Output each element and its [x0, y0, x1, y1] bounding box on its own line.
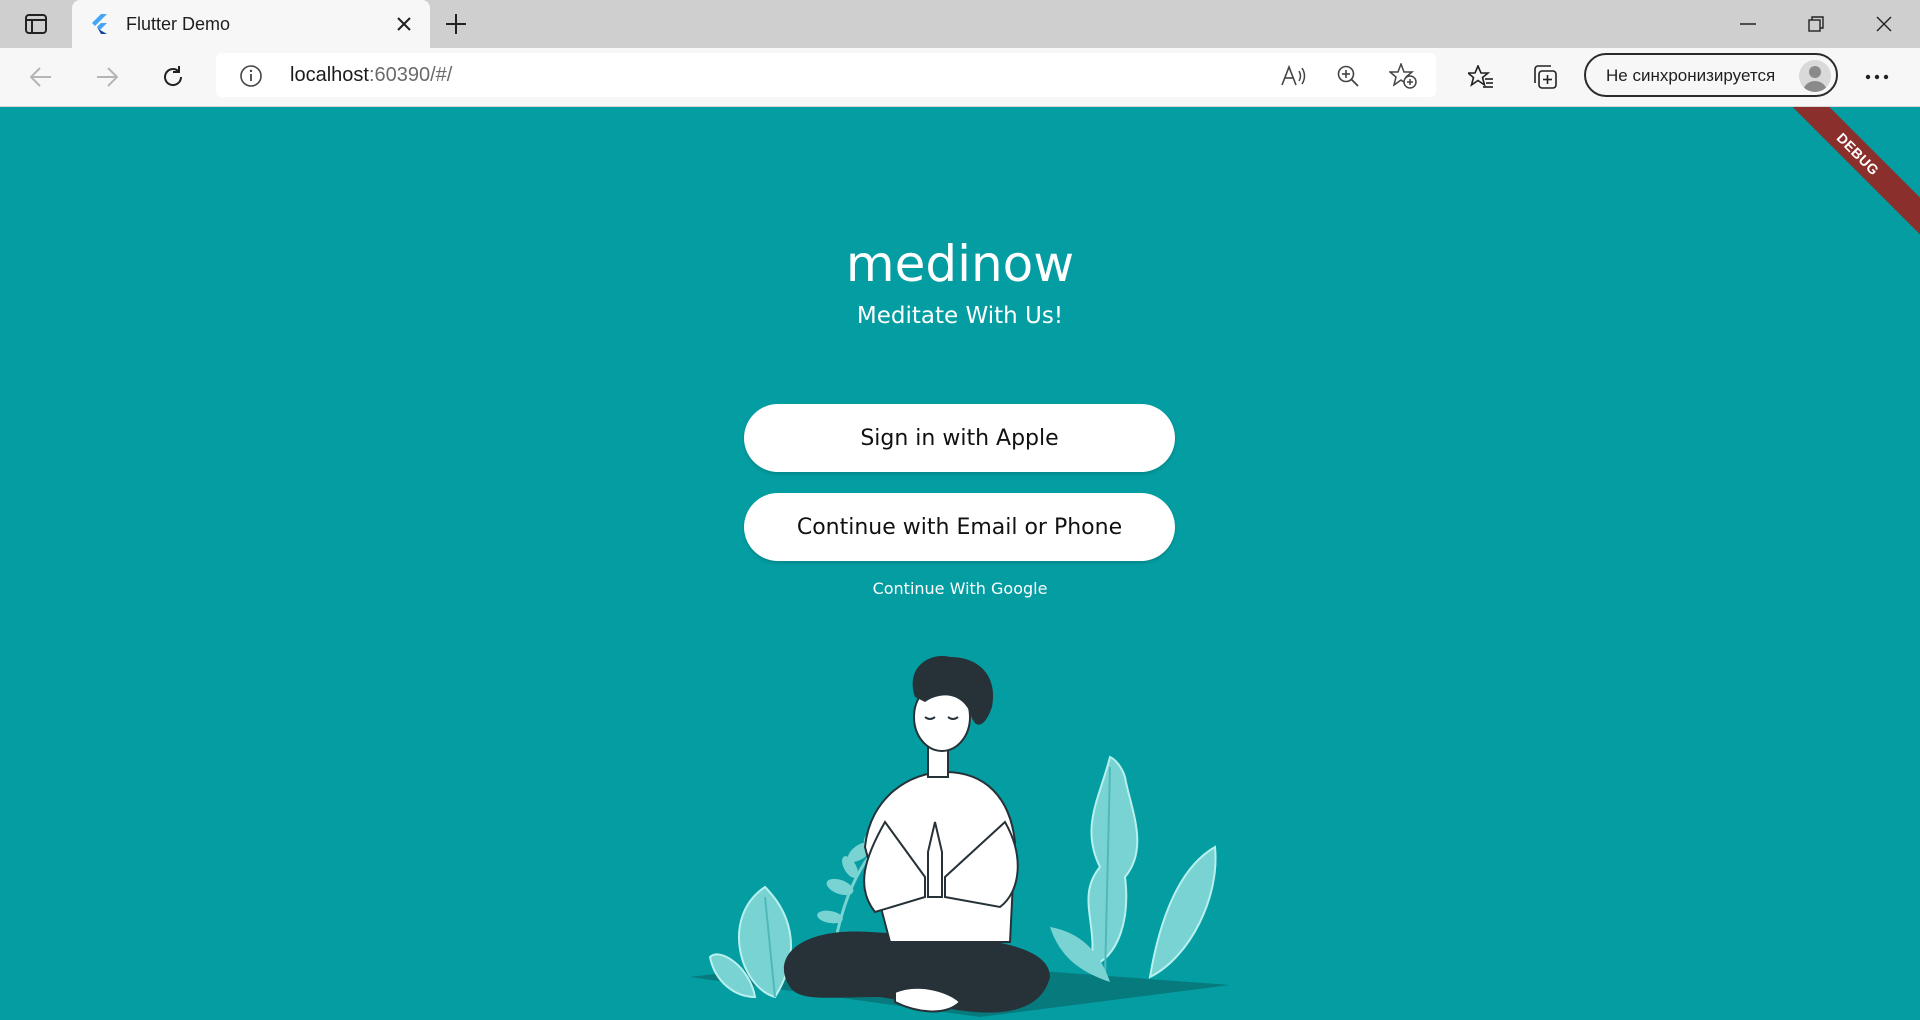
app-title: medinow — [845, 235, 1075, 293]
avatar — [1799, 60, 1831, 92]
continue-google-link[interactable]: Continue With Google — [0, 579, 1920, 598]
sign-in-apple-button[interactable]: Sign in with Apple — [744, 404, 1175, 472]
url-host: localhost — [290, 64, 369, 86]
url-path: :60390/#/ — [368, 64, 453, 86]
meditation-illustration — [690, 656, 1230, 1017]
info-icon[interactable] — [238, 63, 264, 89]
continue-email-phone-button[interactable]: Continue with Email or Phone — [744, 493, 1175, 561]
back-arrow-icon[interactable] — [24, 60, 58, 94]
tab-title: Flutter Demo — [126, 14, 231, 34]
browser-tab[interactable]: Flutter Demo — [72, 0, 430, 48]
browser-tab-bar: Flutter Demo — [0, 0, 1920, 48]
zoom-icon[interactable] — [1334, 62, 1362, 90]
app-subtitle: Meditate With Us! — [856, 303, 1064, 329]
read-aloud-icon[interactable] — [1280, 62, 1308, 90]
restore-icon[interactable] — [1800, 10, 1832, 38]
collections-icon[interactable] — [1528, 60, 1562, 94]
forward-arrow-icon[interactable] — [90, 60, 124, 94]
flutter-logo-icon — [88, 13, 110, 35]
url-text[interactable]: localhost:60390/#/ — [290, 64, 452, 87]
sidebar-icon[interactable] — [16, 10, 56, 38]
favorites-icon[interactable] — [1464, 60, 1498, 94]
debug-banner: DEBUG — [1771, 107, 1920, 241]
browser-toolbar: localhost:60390/#/ Не синхронизируется — [0, 48, 1920, 107]
star-add-icon[interactable] — [1388, 62, 1418, 90]
more-icon[interactable] — [1860, 60, 1894, 94]
refresh-icon[interactable] — [156, 60, 190, 94]
flutter-app-viewport: DEBUG medinow Meditate With Us! Sign in … — [0, 107, 1920, 1020]
minimize-icon[interactable] — [1732, 10, 1764, 38]
sync-status-label: Не синхронизируется — [1606, 66, 1776, 85]
close-icon[interactable] — [392, 12, 416, 36]
address-bar[interactable]: localhost:60390/#/ — [216, 53, 1436, 97]
window-close-icon[interactable] — [1868, 10, 1900, 38]
profile-sync-button[interactable]: Не синхронизируется — [1584, 53, 1838, 97]
plus-icon[interactable] — [442, 10, 470, 38]
